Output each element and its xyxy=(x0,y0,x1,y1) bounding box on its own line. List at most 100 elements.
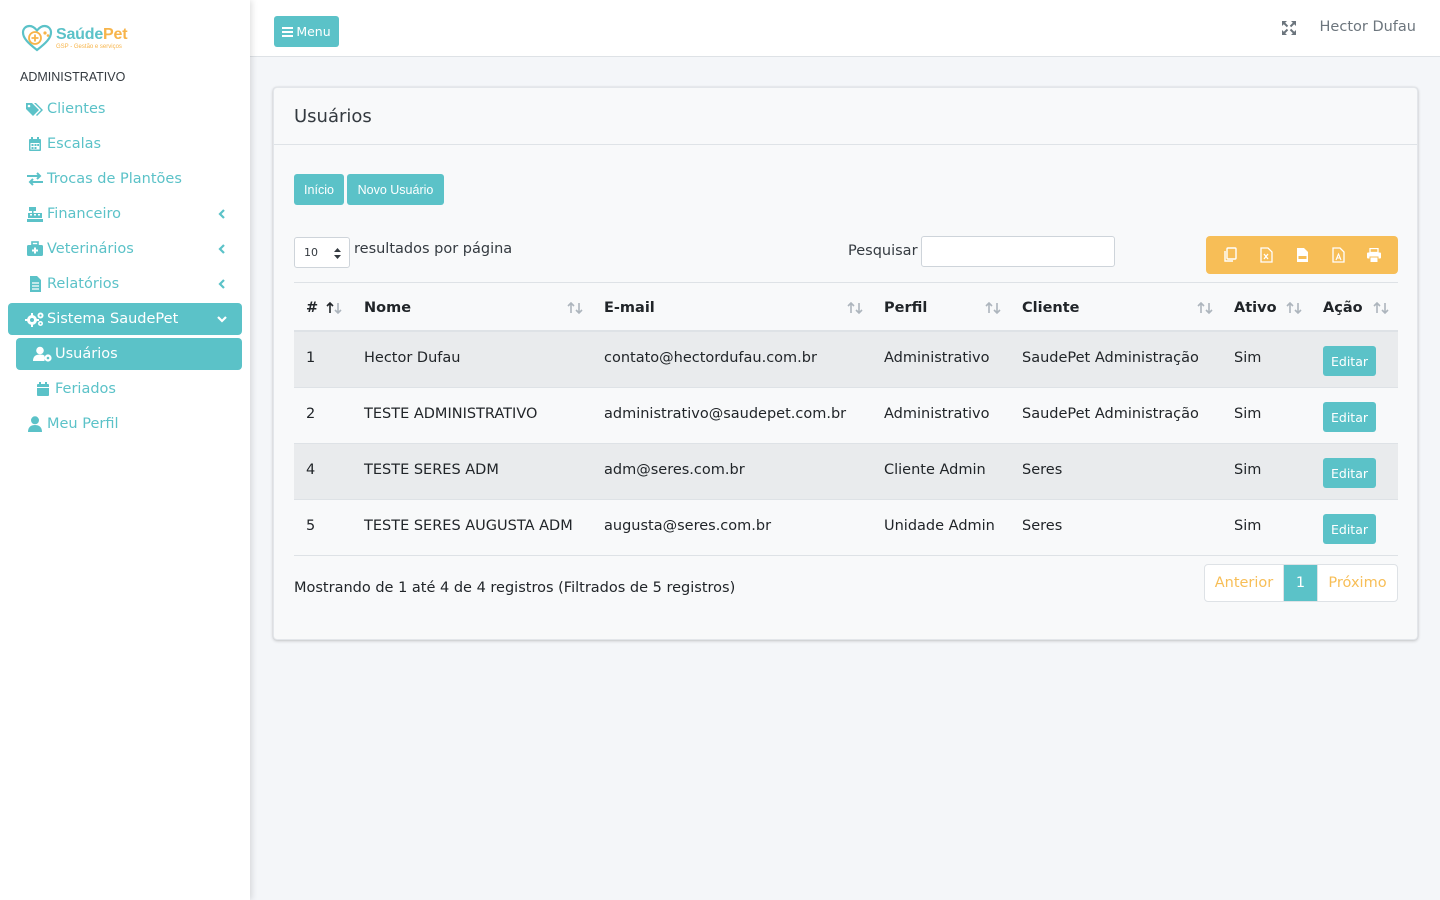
sort-icon[interactable] xyxy=(1286,301,1302,315)
cell-email: adm@seres.com.br xyxy=(604,462,745,478)
cell-id: 2 xyxy=(306,406,316,422)
cell-perfil: Unidade Admin xyxy=(884,518,995,534)
table-header: # Nome E-mail Perfil Cliente Ativo Ação xyxy=(294,282,1398,332)
top-navbar: Menu Hector Dufau xyxy=(250,0,1440,57)
sidebar-item-usuarios[interactable]: Usuários xyxy=(16,338,242,370)
user-menu-name[interactable]: Hector Dufau xyxy=(1320,19,1416,35)
col-header-nome[interactable]: Nome xyxy=(364,300,411,316)
page-title: Usuários xyxy=(294,105,372,127)
edit-button[interactable]: Editar xyxy=(1323,514,1376,544)
sidebar-item-trocas-de-plantoes[interactable]: Trocas de Plantões xyxy=(8,163,242,195)
cell-email: administrativo@saudepet.com.br xyxy=(604,406,847,422)
cell-perfil: Administrativo xyxy=(884,406,990,422)
menu-button-label: Menu xyxy=(296,24,331,39)
sidebar-item-label: Escalas xyxy=(47,136,102,152)
cell-cliente: Seres xyxy=(1022,462,1063,478)
col-header-ativo[interactable]: Ativo xyxy=(1234,300,1277,316)
sidebar-item-relatorios[interactable]: Relatórios xyxy=(8,268,242,300)
sidebar-item-label: Meu Perfil xyxy=(47,416,119,432)
sidebar-item-label: Feriados xyxy=(55,381,116,397)
sidebar-item-label: Sistema SaudePet xyxy=(47,311,179,327)
tags-icon xyxy=(24,101,46,117)
nav-header: ADMINISTRATIVO xyxy=(20,70,126,84)
print-icon[interactable] xyxy=(1366,247,1382,263)
edit-button[interactable]: Editar xyxy=(1323,458,1376,488)
cell-cliente: SaudePet Administração xyxy=(1022,406,1199,422)
sidebar-item-clientes[interactable]: Clientes xyxy=(8,93,242,125)
saudepet-logo-icon xyxy=(21,24,53,52)
pagination-prev[interactable]: Anterior xyxy=(1205,565,1284,601)
cell-id: 5 xyxy=(306,518,316,534)
sidebar-item-feriados[interactable]: Feriados xyxy=(8,373,242,405)
excel-icon[interactable] xyxy=(1258,247,1274,263)
novo-usuario-button[interactable]: Novo Usuário xyxy=(347,174,444,205)
sort-icon[interactable] xyxy=(985,301,1001,315)
sort-icon[interactable] xyxy=(847,301,863,315)
cell-ativo: Sim xyxy=(1234,406,1262,422)
page-length-value: 10 xyxy=(304,246,318,259)
cell-ativo: Sim xyxy=(1234,518,1262,534)
cash-register-icon xyxy=(24,206,46,222)
cell-id: 1 xyxy=(306,350,316,366)
pagination-page-1[interactable]: 1 xyxy=(1284,565,1317,601)
edit-button[interactable]: Editar xyxy=(1323,346,1376,376)
calendar-icon xyxy=(24,136,46,152)
pagination: Anterior 1 Próximo xyxy=(1204,564,1398,602)
csv-icon[interactable] xyxy=(1294,247,1310,263)
sidebar-item-label: Usuários xyxy=(55,346,118,362)
user-icon xyxy=(24,416,46,432)
copy-icon[interactable] xyxy=(1222,247,1238,263)
sidebar-item-label: Veterinários xyxy=(47,241,134,257)
users-card: Usuários Início Novo Usuário 10 resultad… xyxy=(273,87,1418,640)
sidebar-item-label: Financeiro xyxy=(47,206,122,222)
table-row: 4 TESTE SERES ADM adm@seres.com.br Clien… xyxy=(294,444,1398,500)
brand-tagline: GSP - Gestão e serviços xyxy=(56,43,122,50)
col-header-cliente[interactable]: Cliente xyxy=(1022,300,1080,316)
fullscreen-expand-icon[interactable] xyxy=(1281,20,1297,36)
brand-name: SaúdePet xyxy=(56,25,128,43)
calendar-icon xyxy=(32,381,54,397)
search-input[interactable] xyxy=(921,236,1115,267)
table-info: Mostrando de 1 até 4 de 4 registros (Fil… xyxy=(294,580,736,596)
card-header: Usuários xyxy=(274,88,1417,145)
col-header-acao[interactable]: Ação xyxy=(1323,300,1363,316)
cell-ativo: Sim xyxy=(1234,462,1262,478)
edit-button[interactable]: Editar xyxy=(1323,402,1376,432)
cogs-icon xyxy=(24,311,46,327)
chevron-left-icon xyxy=(218,279,225,289)
table-row: 5 TESTE SERES AUGUSTA ADM augusta@seres.… xyxy=(294,500,1398,556)
sidebar-item-escalas[interactable]: Escalas xyxy=(8,128,242,160)
sidebar-item-label: Trocas de Plantões xyxy=(47,171,182,187)
chevron-down-icon xyxy=(217,316,227,323)
pagination-next[interactable]: Próximo xyxy=(1317,565,1397,601)
sidebar-item-label: Relatórios xyxy=(47,276,120,292)
hamburger-icon xyxy=(282,26,294,37)
page-length-label: resultados por página xyxy=(354,241,513,257)
col-header-id[interactable]: # xyxy=(306,300,318,316)
col-header-perfil[interactable]: Perfil xyxy=(884,300,927,316)
cell-ativo: Sim xyxy=(1234,350,1262,366)
sort-icon[interactable] xyxy=(1373,301,1389,315)
table-row: 2 TESTE ADMINISTRATIVO administrativo@sa… xyxy=(294,388,1398,444)
cell-nome: TESTE ADMINISTRATIVO xyxy=(364,406,538,422)
sidebar-item-meu-perfil[interactable]: Meu Perfil xyxy=(8,408,242,440)
exchange-icon xyxy=(24,171,46,187)
sort-asc-icon[interactable] xyxy=(326,301,342,315)
users-cog-icon xyxy=(32,346,54,362)
menu-toggle-button[interactable]: Menu xyxy=(274,16,339,47)
page-length-select[interactable]: 10 xyxy=(294,237,350,268)
cell-perfil: Administrativo xyxy=(884,350,990,366)
inicio-button[interactable]: Início xyxy=(294,174,344,205)
sidebar-item-financeiro[interactable]: Financeiro xyxy=(8,198,242,230)
col-header-email[interactable]: E-mail xyxy=(604,300,655,316)
pdf-icon[interactable] xyxy=(1330,247,1346,263)
sort-icon[interactable] xyxy=(1197,301,1213,315)
chevron-left-icon xyxy=(218,244,225,254)
file-icon xyxy=(24,276,46,292)
brand-logo[interactable]: SaúdePet GSP - Gestão e serviços xyxy=(20,22,128,54)
sort-icon[interactable] xyxy=(567,301,583,315)
sidebar-item-sistema-saudepet[interactable]: Sistema SaudePet xyxy=(8,303,242,335)
cell-perfil: Cliente Admin xyxy=(884,462,986,478)
medkit-icon xyxy=(24,241,46,257)
sidebar-item-veterinarios[interactable]: Veterinários xyxy=(8,233,242,265)
